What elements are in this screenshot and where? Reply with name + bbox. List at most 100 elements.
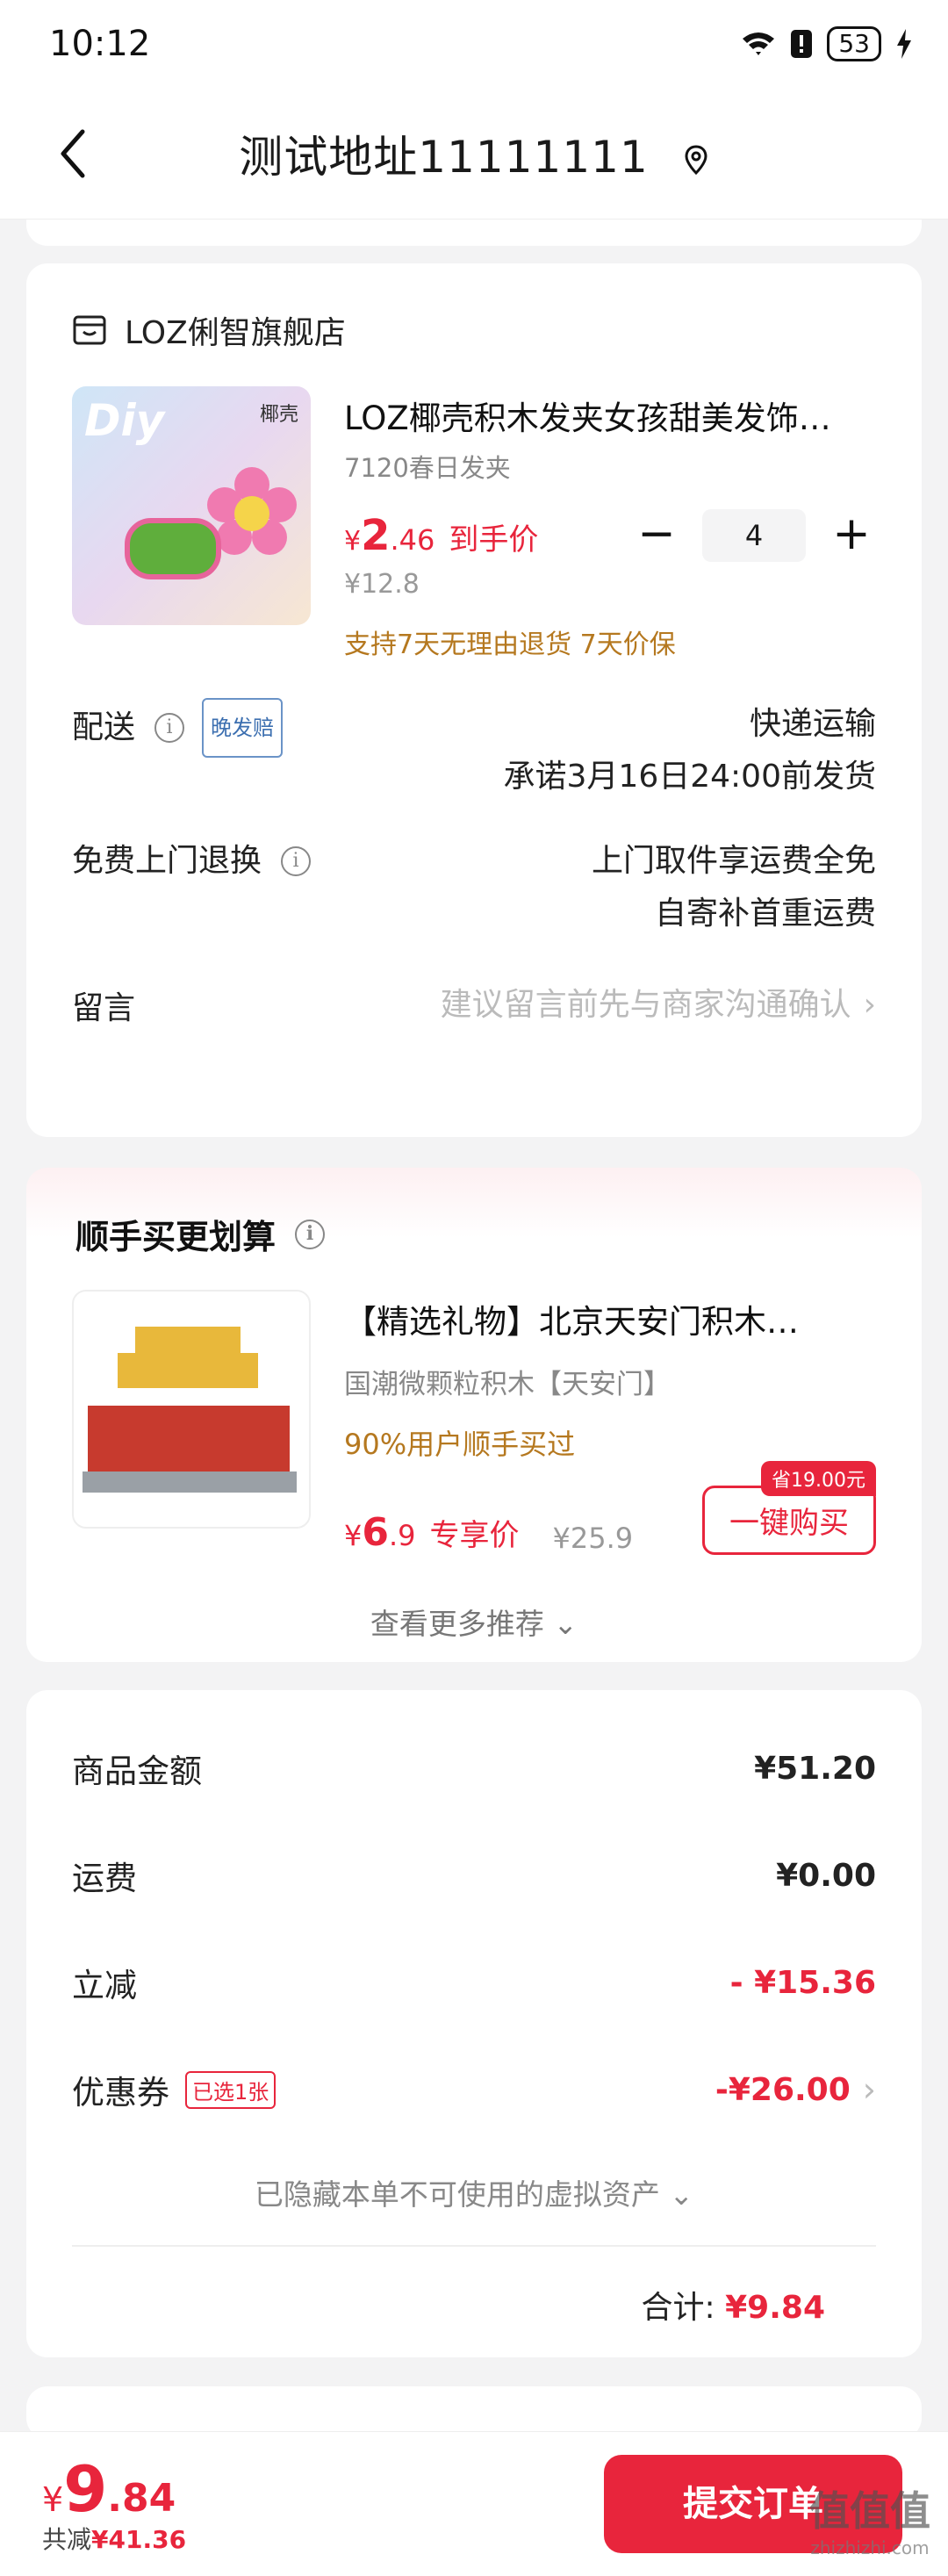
free-return-label-group: 免费上门退换 i	[72, 835, 312, 888]
bottom-price: ¥9.84	[42, 2452, 186, 2526]
building-roof-graphic	[118, 1353, 258, 1388]
recommend-price: ¥6.9 专享价	[344, 1510, 520, 1555]
product-info: LOZ椰壳积木发夹女孩甜美发饰… 7120春日发夹 ¥2.46 到手价 − 4 +…	[344, 386, 876, 661]
message-placeholder: 建议留言前先与商家沟通确认	[440, 987, 851, 1023]
free-return-row[interactable]: 免费上门退换 i 上门取件享运费全免 自寄补首重运费	[26, 835, 922, 940]
saved-value: ¥41.36	[91, 2525, 187, 2554]
recommend-title: 顺手买更划算	[75, 1218, 276, 1256]
price-currency: ¥	[42, 2480, 64, 2519]
watermark-logo: 值值值	[809, 2487, 930, 2535]
price-integer: 6	[362, 1510, 389, 1555]
total-row: 合计: ¥9.84	[26, 2282, 922, 2328]
wifi-icon	[743, 32, 775, 55]
delivery-label-group: 配送 i 晚发赔	[72, 698, 284, 758]
info-icon[interactable]: i	[154, 713, 185, 743]
saved-label: 共减	[42, 2525, 92, 2554]
recommend-name[interactable]: 【精选礼物】北京天安门积木…	[344, 1295, 862, 1342]
recommend-spec: 国潮微颗粒积木【天安门】	[344, 1369, 671, 1400]
goods-amount-value: ¥51.20	[754, 1750, 876, 1787]
buy-button-wrap: 省19.00元 一键购买	[702, 1461, 876, 1555]
summary-card: 商品金额 ¥51.20 运费 ¥0.00 立减 - ¥15.36 优惠券 已选1…	[26, 1690, 922, 2357]
hidden-assets-toggle[interactable]: 已隐藏本单不可使用的虚拟资产 ⌄	[26, 2171, 922, 2213]
thumb-brand-text: 椰壳	[259, 404, 298, 426]
thumb-diy-text: Diy	[84, 395, 165, 446]
shipping-value: ¥0.00	[776, 1857, 876, 1894]
chevron-right-icon: ›	[862, 2070, 876, 2109]
building-base-graphic	[83, 1471, 297, 1493]
recommend-info: 【精选礼物】北京天安门积木… 国潮微颗粒积木【天安门】 90%用户顺手买过 ¥6…	[344, 1290, 876, 1555]
product-name[interactable]: LOZ椰壳积木发夹女孩甜美发饰…	[344, 392, 862, 439]
decrease-button[interactable]: −	[632, 511, 681, 560]
status-bar: 10:12 53	[0, 0, 948, 88]
product-thumbnail[interactable]: Diy 椰壳	[72, 386, 311, 625]
message-row[interactable]: 留言 建议留言前先与商家沟通确认 ›	[26, 979, 922, 1032]
recommend-thumbnail[interactable]	[72, 1290, 311, 1529]
product-price: ¥2.46 到手价	[344, 511, 538, 560]
free-return-line2: 自寄补首重运费	[654, 896, 876, 932]
bottom-bar: ¥9.84 共减¥41.36 提交订单	[0, 2431, 948, 2576]
coupon-selected-badge: 已选1张	[185, 2070, 276, 2109]
divider	[72, 2245, 876, 2247]
discount-value: - ¥15.36	[729, 1964, 876, 2001]
price-decimal: .46	[390, 523, 435, 557]
recommend-original-price: ¥25.9	[552, 1522, 634, 1555]
product-item: Diy 椰壳 LOZ椰壳积木发夹女孩甜美发饰… 7120春日发夹 ¥2.46 到手…	[26, 353, 922, 661]
saved-amount: 共减¥41.36	[42, 2521, 186, 2556]
price-integer: 2	[361, 511, 391, 560]
building-roof-graphic	[135, 1327, 241, 1356]
delivery-value: 快递运输 承诺3月16日24:00前发货	[504, 698, 876, 803]
total-label: 合计:	[641, 2290, 715, 2326]
price-row: ¥2.46 到手价 − 4 +	[344, 509, 876, 562]
shop-icon	[73, 315, 106, 345]
watermark: 值值值 zhizhizhi.com	[809, 2479, 930, 2558]
quantity-stepper: − 4 +	[632, 509, 876, 562]
recommend-price-row: ¥6.9 专享价 ¥25.9 省19.00元 一键购买	[344, 1461, 876, 1555]
recommend-item[interactable]: 【精选礼物】北京天安门积木… 国潮微颗粒积木【天安门】 90%用户顺手买过 ¥6…	[26, 1258, 922, 1555]
price-decimal: .9	[388, 1519, 416, 1552]
chevron-right-icon: ›	[863, 987, 876, 1023]
store-header[interactable]: LOZ俐智旗舰店	[26, 263, 922, 353]
nav-bar: 测试地址11111111	[0, 88, 948, 219]
coupon-value: -¥26.00	[715, 2071, 851, 2108]
previous-card-edge	[26, 219, 922, 246]
recommend-card: 顺手买更划算 i 【精选礼物】北京天安门积木… 国潮微颗粒积木【天安门】 90%…	[26, 1168, 922, 1662]
info-icon[interactable]: i	[281, 846, 312, 876]
discount-label: 立减	[72, 1967, 137, 2004]
alert-icon	[791, 30, 813, 58]
battery-indicator: 53	[827, 26, 881, 61]
increase-button[interactable]: +	[827, 511, 876, 560]
message-label: 留言	[72, 990, 136, 1026]
product-spec[interactable]: 7120春日发夹	[344, 448, 876, 485]
original-price: ¥12.8	[344, 569, 420, 600]
message-input[interactable]: 建议留言前先与商家沟通确认 ›	[441, 979, 876, 1032]
delivery-row[interactable]: 配送 i 晚发赔 快递运输 承诺3月16日24:00前发货	[26, 698, 922, 803]
status-time: 10:12	[49, 24, 151, 64]
status-icons: 53	[741, 26, 913, 61]
building-wall-graphic	[88, 1406, 290, 1476]
price-label: 到手价	[449, 522, 539, 558]
back-icon[interactable]	[44, 123, 105, 184]
charging-icon	[897, 29, 911, 59]
price-currency: ¥	[344, 1519, 363, 1552]
page-title[interactable]: 测试地址11111111	[0, 122, 948, 185]
chevron-down-icon: ⌄	[553, 1607, 578, 1641]
price-label: 专享价	[429, 1518, 520, 1553]
recommend-header: 顺手买更划算 i	[26, 1168, 922, 1258]
free-return-label: 免费上门退换	[72, 843, 262, 879]
store-card: LOZ俐智旗舰店 Diy 椰壳 LOZ椰壳积木发夹女孩甜美发饰… 7120春日发…	[26, 263, 922, 1137]
coupon-row[interactable]: 优惠券 已选1张 -¥26.00 ›	[26, 2066, 922, 2113]
delivery-label: 配送	[72, 709, 136, 745]
hidden-assets-text: 已隐藏本单不可使用的虚拟资产	[254, 2177, 660, 2212]
recommend-bought: 90%用户顺手买过	[344, 1428, 576, 1461]
free-return-line1: 上门取件享运费全免	[591, 843, 876, 879]
store-name: LOZ俐智旗舰店	[125, 315, 346, 351]
see-more-recommend[interactable]: 查看更多推荐 ⌄	[26, 1601, 922, 1643]
save-badge: 省19.00元	[761, 1461, 876, 1496]
price-integer: 9	[63, 2452, 108, 2526]
price-currency: ¥	[344, 526, 362, 557]
info-icon[interactable]: i	[295, 1219, 326, 1249]
coupon-label: 优惠券	[72, 2074, 169, 2112]
quantity-field[interactable]: 4	[702, 509, 806, 562]
delivery-method: 快递运输	[749, 706, 876, 742]
delivery-promise: 承诺3月16日24:00前发货	[503, 759, 876, 795]
